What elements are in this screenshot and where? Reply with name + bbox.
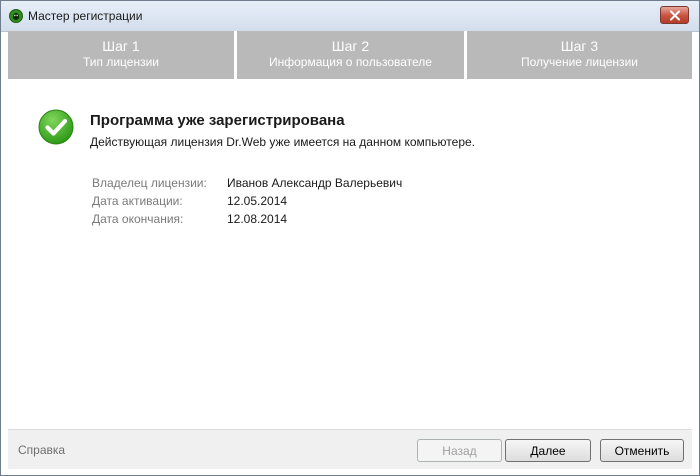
activation-date-value: 12.05.2014 xyxy=(227,194,288,208)
registration-wizard-window: Мастер регистрации Шаг 1 Тип лицензии Ша… xyxy=(0,0,700,476)
back-button[interactable]: Назад xyxy=(417,439,502,462)
window-title: Мастер регистрации xyxy=(28,9,143,23)
expiration-date-row: Дата окончания: 12.08.2014 xyxy=(92,212,287,226)
step-title: Тип лицензии xyxy=(83,55,159,69)
activation-date-label: Дата активации: xyxy=(92,194,183,208)
wizard-steps: Шаг 1 Тип лицензии Шаг 2 Информация о по… xyxy=(8,31,692,79)
status-heading: Программа уже зарегистрирована xyxy=(90,112,345,129)
drweb-spider-icon xyxy=(9,9,23,23)
expiration-date-value: 12.08.2014 xyxy=(227,212,288,226)
step-number: Шаг 3 xyxy=(560,38,599,54)
step-number: Шаг 2 xyxy=(331,38,370,54)
step-title: Получение лицензии xyxy=(521,55,638,69)
activation-date-row: Дата активации: 12.05.2014 xyxy=(92,194,287,208)
step-2: Шаг 2 Информация о пользователе xyxy=(237,31,464,79)
cancel-button[interactable]: Отменить xyxy=(600,439,684,462)
footer-bar: Справка Назад Далее Отменить xyxy=(8,429,692,469)
checkmark-icon xyxy=(38,109,74,145)
license-owner-label: Владелец лицензии: xyxy=(92,176,207,190)
step-3: Шаг 3 Получение лицензии xyxy=(467,31,692,79)
step-number: Шаг 1 xyxy=(102,38,140,54)
next-button[interactable]: Далее xyxy=(505,439,591,462)
expiration-date-label: Дата окончания: xyxy=(92,212,184,226)
license-owner-value: Иванов Александр Валерьевич xyxy=(227,176,403,190)
license-owner-row: Владелец лицензии: Иванов Александр Вале… xyxy=(92,176,402,190)
title-bar[interactable]: Мастер регистрации xyxy=(1,1,699,32)
status-description: Действующая лицензия Dr.Web уже имеется … xyxy=(90,135,475,149)
step-title: Информация о пользователе xyxy=(269,55,432,69)
help-link[interactable]: Справка xyxy=(18,443,65,457)
step-1: Шаг 1 Тип лицензии xyxy=(8,31,234,79)
close-icon xyxy=(670,10,680,21)
close-button[interactable] xyxy=(660,6,689,24)
